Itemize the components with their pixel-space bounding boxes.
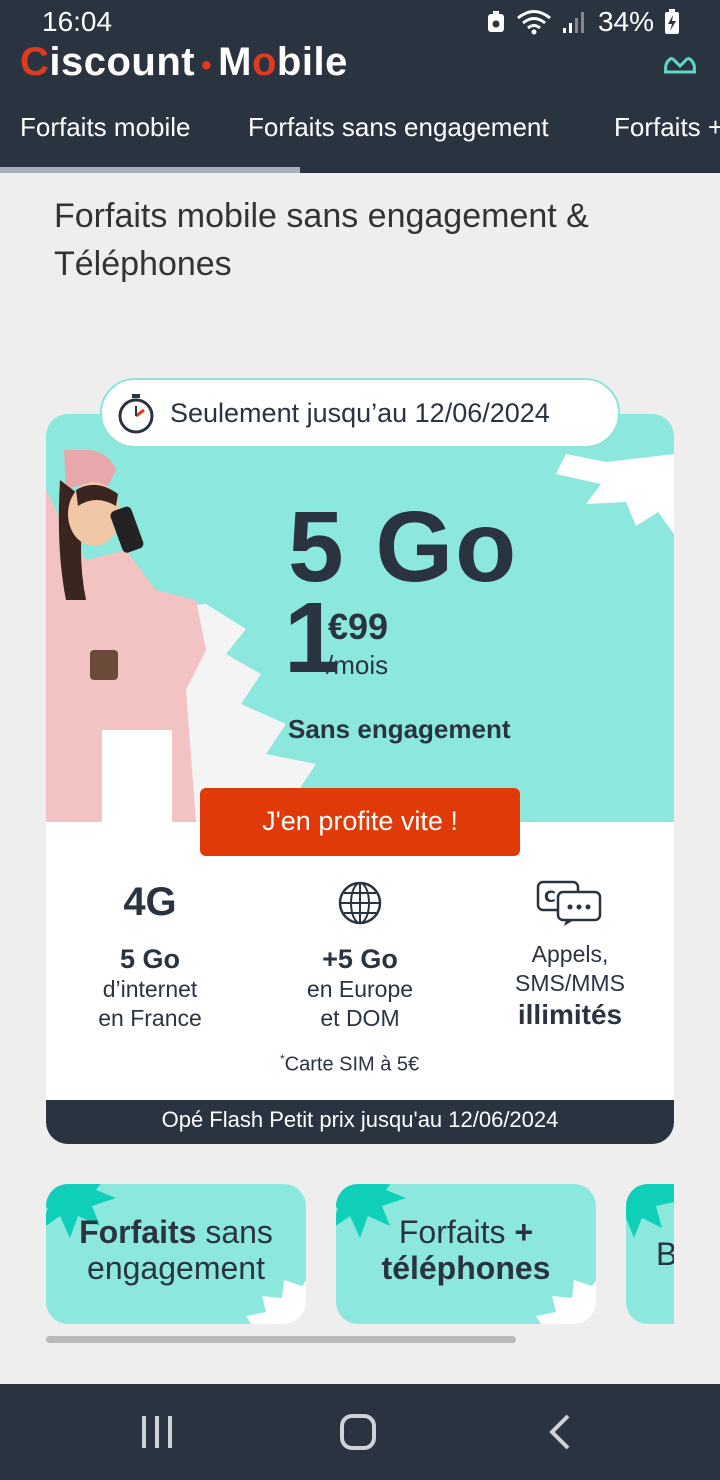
feature-4g-line1: d’internet bbox=[102, 976, 198, 1002]
signal-icon bbox=[562, 12, 584, 33]
account-icon[interactable] bbox=[660, 48, 700, 78]
wifi-icon bbox=[517, 10, 551, 35]
battery-percent: 34% bbox=[597, 6, 654, 37]
feature-4g-head: 4G bbox=[123, 880, 177, 924]
feature-4g-amount: 5 Go bbox=[119, 944, 180, 974]
price-period: /mois bbox=[326, 650, 389, 680]
category-card-partial[interactable]: B bbox=[626, 1184, 674, 1324]
feature-europe-line2: et DOM bbox=[320, 1005, 400, 1031]
system-nav-bar bbox=[0, 1384, 720, 1480]
feature-europe-line1: en Europe bbox=[306, 976, 414, 1002]
category-tabs: Forfaits mobile Forfaits sans engagement… bbox=[0, 106, 720, 173]
active-tab-indicator bbox=[0, 167, 300, 173]
offer-deadline-pill: Seulement jusqu’au 12/06/2024 bbox=[100, 378, 620, 448]
promo-hero: 5 Go 1 €99 /mois Sans engagement bbox=[46, 414, 674, 822]
svg-text:C: C bbox=[544, 887, 556, 906]
category-card-sans-engagement[interactable]: Forfaits sans engagement bbox=[46, 1184, 306, 1324]
chat-bubbles-icon: C bbox=[536, 880, 602, 926]
tab-forfaits-plus[interactable]: Forfaits + bbox=[614, 112, 720, 143]
stopwatch-icon bbox=[118, 394, 154, 434]
feature-calls-unlimited: illimités bbox=[517, 999, 623, 1030]
recent-apps-icon[interactable] bbox=[140, 1414, 174, 1450]
tab-forfaits-mobile[interactable]: Forfaits mobile bbox=[20, 112, 191, 143]
cdiscount-mobile-logo[interactable]: Ciscount • Mobile bbox=[20, 40, 348, 85]
feature-calls-line1: Appels, bbox=[531, 941, 609, 967]
promo-card: 5 Go 1 €99 /mois Sans engagement J'en pr… bbox=[46, 414, 674, 1144]
site-header: Ciscount • Mobile Forfaits mobile Forfaits… bbox=[0, 40, 720, 173]
tab-forfaits-sans-engagement[interactable]: Forfaits sans engagement bbox=[248, 112, 549, 143]
price-decimals: €99 bbox=[328, 606, 389, 647]
feature-calls-line2: SMS/MMS bbox=[515, 970, 625, 996]
carousel-scrollbar[interactable] bbox=[46, 1336, 516, 1343]
page-title: Forfaits mobile sans engagement & Téléph… bbox=[54, 197, 589, 283]
home-icon[interactable] bbox=[340, 1414, 376, 1450]
notification-icon bbox=[487, 11, 504, 32]
model-with-phone-image bbox=[46, 450, 206, 822]
back-icon[interactable] bbox=[548, 1414, 572, 1450]
feature-europe-amount: +5 Go bbox=[322, 944, 398, 974]
category-card-forfaits-telephones[interactable]: Forfaits + téléphones bbox=[336, 1184, 596, 1324]
status-icons: 34% bbox=[486, 6, 680, 38]
deadline-text: Seulement jusqu’au 12/06/2024 bbox=[170, 398, 550, 428]
feature-unlimited-calls: C Appels, SMS/MMS illimités bbox=[466, 880, 674, 1032]
feature-4g: 4G 5 Go d’internet en France bbox=[46, 880, 254, 1033]
status-time: 16:04 bbox=[42, 6, 113, 37]
battery-charging-icon bbox=[665, 9, 679, 34]
category-label: Forfaits + téléphones bbox=[381, 1214, 551, 1286]
category-label: B bbox=[656, 1236, 674, 1272]
cta-button[interactable]: J'en profite vite ! bbox=[200, 788, 520, 856]
feature-europe: +5 Go en Europe et DOM bbox=[256, 880, 464, 1033]
flash-offer-footer: Opé Flash Petit prix jusqu'au 12/06/2024 bbox=[46, 1100, 674, 1144]
category-label: Forfaits sans engagement bbox=[79, 1214, 273, 1286]
feature-4g-line2: en France bbox=[98, 1005, 202, 1031]
globe-icon bbox=[338, 881, 382, 925]
commitment-label: Sans engagement bbox=[288, 714, 511, 744]
sim-footnote: *Carte SIM à 5€ bbox=[280, 1052, 420, 1076]
